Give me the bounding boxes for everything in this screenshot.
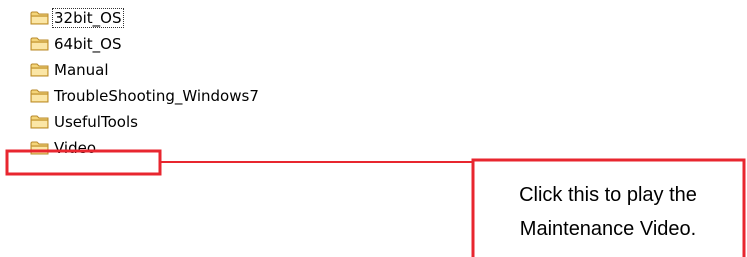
callout-line-1: Click this to play the bbox=[519, 184, 697, 206]
callout-text: Click this to play the Maintenance Video… bbox=[474, 178, 742, 246]
callout-line-2: Maintenance Video. bbox=[519, 218, 697, 240]
video-highlight-box bbox=[5, 149, 162, 176]
